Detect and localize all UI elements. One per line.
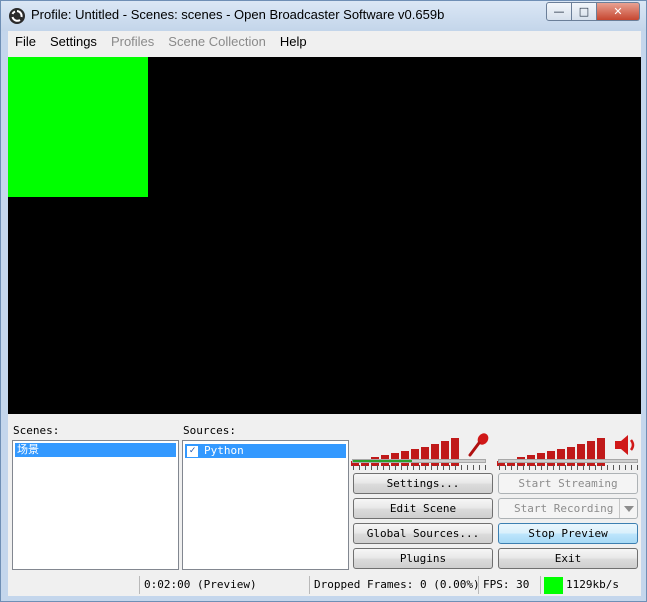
status-indicator bbox=[544, 577, 563, 594]
sources-label: Sources: bbox=[183, 424, 236, 437]
chevron-down-icon bbox=[623, 505, 634, 512]
menu-scene-collection[interactable]: Scene Collection bbox=[161, 34, 273, 49]
mic-level-track bbox=[352, 459, 486, 463]
stop-preview-button[interactable]: Stop Preview bbox=[498, 523, 638, 544]
mic-meter-bar bbox=[411, 449, 419, 466]
status-mode: (Preview) bbox=[196, 578, 257, 591]
start-streaming-button[interactable]: Start Streaming bbox=[498, 473, 638, 494]
sources-list[interactable]: ✓ Python bbox=[182, 440, 349, 570]
status-bitrate: 1129kb/s bbox=[566, 578, 619, 591]
mic-ticks bbox=[353, 465, 486, 470]
main-panel: Scenes: 场景 Sources: ✓ Python Settings...… bbox=[8, 51, 641, 596]
menu-profiles[interactable]: Profiles bbox=[104, 34, 161, 49]
title-bar[interactable]: Profile: Untitled - Scenes: scenes - Ope… bbox=[1, 1, 646, 31]
menu-bar: File Settings Profiles Scene Collection … bbox=[8, 31, 641, 51]
obs-logo-icon bbox=[9, 8, 25, 24]
preview-area[interactable] bbox=[8, 57, 641, 414]
desktop-meter-bar bbox=[557, 449, 565, 466]
close-button[interactable]: ✕ bbox=[597, 2, 640, 21]
global-sources-button[interactable]: Global Sources... bbox=[353, 523, 493, 544]
desktop-ticks bbox=[499, 465, 638, 470]
minimize-button[interactable]: — bbox=[546, 2, 572, 21]
mic-meter-bar bbox=[421, 447, 429, 466]
edit-scene-button[interactable]: Edit Scene bbox=[353, 498, 493, 519]
status-bar: 0:02:00 (Preview) Dropped Frames: 0 (0.0… bbox=[8, 574, 641, 596]
status-time-cell: 0:02:00 (Preview) bbox=[139, 576, 309, 594]
maximize-icon: □ bbox=[578, 5, 590, 18]
status-time: 0:02:00 bbox=[144, 578, 191, 591]
settings-button[interactable]: Settings... bbox=[353, 473, 493, 494]
window-title: Profile: Untitled - Scenes: scenes - Ope… bbox=[31, 7, 445, 22]
status-dropped-frames: Dropped Frames: 0 (0.00%) bbox=[309, 576, 480, 594]
menu-help[interactable]: Help bbox=[273, 34, 314, 49]
minimize-icon: — bbox=[553, 5, 565, 18]
close-icon: ✕ bbox=[613, 5, 623, 18]
plugins-button[interactable]: Plugins bbox=[353, 548, 493, 569]
mic-level-fill bbox=[353, 460, 413, 462]
start-recording-button[interactable]: Start Recording bbox=[498, 498, 638, 519]
source-item[interactable]: ✓ Python bbox=[185, 444, 346, 458]
maximize-button[interactable]: □ bbox=[572, 2, 597, 21]
scenes-label: Scenes: bbox=[13, 424, 60, 437]
desktop-level-track bbox=[498, 459, 638, 463]
desktop-meter-bar bbox=[567, 447, 575, 466]
speaker-icon[interactable] bbox=[613, 433, 637, 457]
status-fps: FPS: 30 bbox=[478, 576, 540, 594]
obs-window: Profile: Untitled - Scenes: scenes - Ope… bbox=[0, 0, 647, 602]
start-recording-label: Start Recording bbox=[514, 502, 614, 515]
scene-item[interactable]: 场景 bbox=[15, 443, 176, 457]
scenes-list[interactable]: 场景 bbox=[12, 440, 179, 570]
source-visible-checkbox[interactable]: ✓ bbox=[187, 445, 198, 457]
window-controls: — □ ✕ bbox=[546, 2, 640, 21]
menu-settings[interactable]: Settings bbox=[43, 34, 104, 49]
preview-source-rect bbox=[8, 57, 148, 197]
source-name: Python bbox=[204, 444, 244, 457]
exit-button[interactable]: Exit bbox=[498, 548, 638, 569]
microphone-icon[interactable] bbox=[467, 432, 491, 458]
menu-file[interactable]: File bbox=[8, 34, 43, 49]
recording-options-dropdown[interactable] bbox=[619, 499, 637, 518]
